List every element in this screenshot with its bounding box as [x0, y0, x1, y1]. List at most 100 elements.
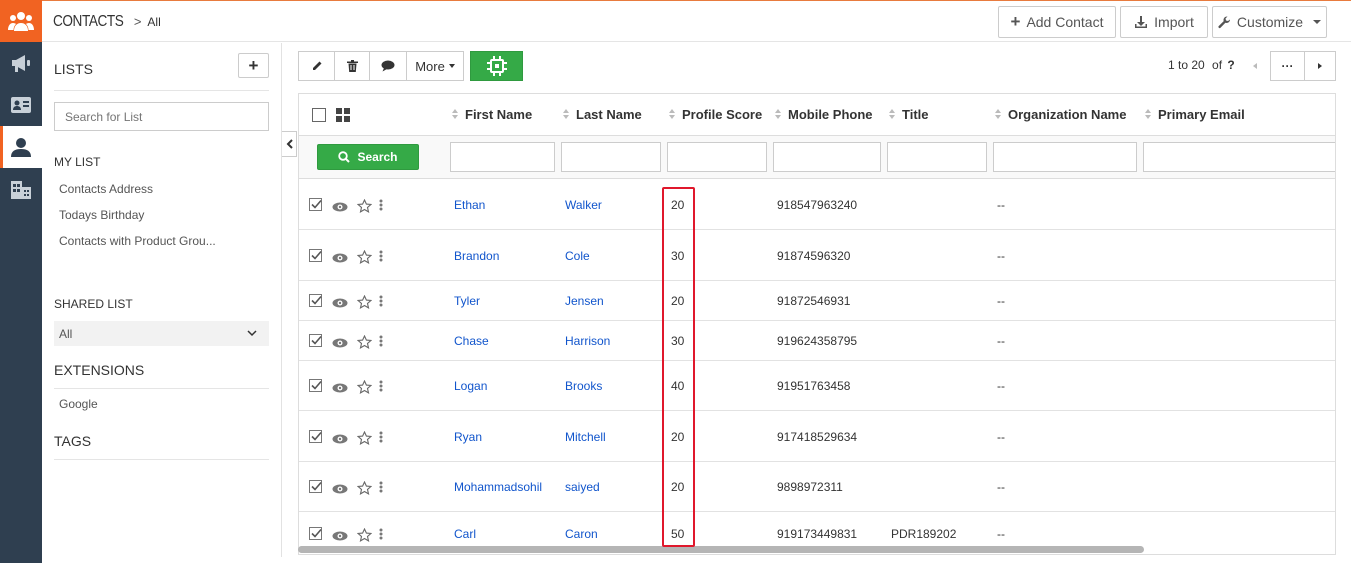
eye-icon[interactable]: [332, 483, 348, 495]
star-icon[interactable]: [357, 199, 372, 214]
filter-profile-score-input[interactable]: [667, 142, 767, 172]
search-button[interactable]: Search: [317, 144, 419, 170]
cell-last-name[interactable]: saiyed: [565, 480, 600, 494]
cell-first-name[interactable]: Ethan: [454, 198, 485, 212]
eye-icon[interactable]: [332, 297, 348, 309]
table-row[interactable]: Brandon Cole 30 91874596320 --: [299, 230, 1335, 281]
more-vertical-icon[interactable]: [379, 250, 383, 262]
star-icon[interactable]: [357, 295, 372, 310]
more-vertical-icon[interactable]: [379, 431, 383, 443]
cell-first-name[interactable]: Ryan: [454, 430, 482, 444]
filter-mobile-phone-input[interactable]: [773, 142, 881, 172]
cell-first-name[interactable]: Tyler: [454, 294, 480, 308]
checkbox-checked-icon[interactable]: [309, 479, 323, 494]
add-contact-button[interactable]: + Add Contact: [998, 6, 1116, 38]
eye-icon[interactable]: [332, 337, 348, 349]
edit-button[interactable]: [298, 51, 335, 81]
list-item-contacts-address[interactable]: Contacts Address: [59, 182, 153, 196]
collapse-sidebar-toggle[interactable]: [282, 131, 297, 157]
star-icon[interactable]: [357, 250, 372, 265]
column-label: Organization Name: [1008, 107, 1127, 122]
add-list-button[interactable]: +: [238, 53, 269, 78]
module-title[interactable]: CONTACTS: [53, 13, 124, 31]
filter-title-input[interactable]: [887, 142, 987, 172]
cell-first-name[interactable]: Chase: [454, 334, 489, 348]
checkbox-checked-icon[interactable]: [309, 197, 323, 212]
cell-last-name[interactable]: Caron: [565, 527, 598, 541]
cell-last-name[interactable]: Jensen: [565, 294, 604, 308]
table-row[interactable]: Tyler Jensen 20 91872546931 --: [299, 281, 1335, 321]
eye-icon[interactable]: [332, 433, 348, 445]
more-vertical-icon[interactable]: [379, 199, 383, 211]
contact-card-icon[interactable]: [0, 84, 42, 126]
more-vertical-icon[interactable]: [379, 335, 383, 347]
more-vertical-icon[interactable]: [379, 380, 383, 392]
cell-last-name[interactable]: Mitchell: [565, 430, 606, 444]
grid-view-icon[interactable]: [336, 108, 350, 122]
column-organization-name[interactable]: Organization Name: [995, 107, 1126, 122]
page-jump-button[interactable]: ···: [1270, 51, 1305, 81]
filter-organization-input[interactable]: [993, 142, 1137, 172]
table-row[interactable]: Ethan Walker 20 918547963240 --: [299, 180, 1335, 230]
horizontal-scrollbar[interactable]: [298, 546, 1144, 553]
customize-button[interactable]: Customize: [1212, 6, 1327, 38]
star-icon[interactable]: [357, 335, 372, 350]
comment-button[interactable]: [369, 51, 407, 81]
cell-first-name[interactable]: Mohammadsohil: [454, 480, 542, 494]
eye-icon[interactable]: [332, 530, 348, 542]
table-row[interactable]: Chase Harrison 30 919624358795 --: [299, 321, 1335, 361]
star-icon[interactable]: [357, 481, 372, 496]
app-logo-icon[interactable]: [0, 0, 42, 42]
chip-workflow-button[interactable]: [470, 51, 523, 81]
select-all-checkbox[interactable]: [312, 108, 326, 122]
column-mobile-phone[interactable]: Mobile Phone: [775, 107, 873, 122]
campaigns-megaphone-icon[interactable]: [0, 42, 42, 84]
next-page-button[interactable]: [1304, 51, 1336, 81]
cell-first-name[interactable]: Carl: [454, 527, 476, 541]
cell-last-name[interactable]: Cole: [565, 249, 590, 263]
extension-item-google[interactable]: Google: [59, 397, 98, 411]
cell-last-name[interactable]: Harrison: [565, 334, 610, 348]
prev-page-button[interactable]: [1240, 51, 1270, 81]
checkbox-checked-icon[interactable]: [309, 378, 323, 393]
shared-list-select[interactable]: All: [54, 321, 269, 346]
checkbox-checked-icon[interactable]: [309, 293, 323, 308]
table-row[interactable]: Mohammadsohil saiyed 20 9898972311 --: [299, 462, 1335, 512]
checkbox-checked-icon[interactable]: [309, 429, 323, 444]
contacts-person-icon[interactable]: [0, 126, 42, 168]
star-icon[interactable]: [357, 528, 372, 543]
eye-icon[interactable]: [332, 201, 348, 213]
filter-last-name-input[interactable]: [561, 142, 661, 172]
eye-icon[interactable]: [332, 252, 348, 264]
more-vertical-icon[interactable]: [379, 528, 383, 540]
column-title[interactable]: Title: [889, 107, 929, 122]
more-dropdown-button[interactable]: More: [406, 51, 464, 81]
list-item-product-group[interactable]: Contacts with Product Grou...: [59, 234, 216, 248]
more-vertical-icon[interactable]: [379, 481, 383, 493]
delete-button[interactable]: [334, 51, 370, 81]
filter-primary-email-input[interactable]: [1143, 142, 1335, 172]
cell-first-name[interactable]: Brandon: [454, 249, 499, 263]
list-search-input[interactable]: [54, 102, 269, 131]
page-total[interactable]: ?: [1227, 58, 1234, 72]
list-item-todays-birthday[interactable]: Todays Birthday: [59, 208, 144, 222]
column-profile-score[interactable]: Profile Score: [669, 107, 762, 122]
checkbox-checked-icon[interactable]: [309, 248, 323, 263]
cell-last-name[interactable]: Walker: [565, 198, 602, 212]
table-row[interactable]: Ryan Mitchell 20 917418529634 --: [299, 411, 1335, 462]
more-vertical-icon[interactable]: [379, 295, 383, 307]
filter-first-name-input[interactable]: [450, 142, 555, 172]
column-first-name[interactable]: First Name: [452, 107, 532, 122]
import-button[interactable]: Import: [1120, 6, 1208, 38]
column-last-name[interactable]: Last Name: [563, 107, 642, 122]
star-icon[interactable]: [357, 431, 372, 446]
table-row[interactable]: Logan Brooks 40 91951763458 --: [299, 361, 1335, 411]
cell-first-name[interactable]: Logan: [454, 379, 487, 393]
column-primary-email[interactable]: Primary Email: [1145, 107, 1245, 122]
checkbox-checked-icon[interactable]: [309, 333, 323, 348]
organization-building-icon[interactable]: [0, 168, 42, 210]
eye-icon[interactable]: [332, 382, 348, 394]
checkbox-checked-icon[interactable]: [309, 526, 323, 541]
cell-last-name[interactable]: Brooks: [565, 379, 602, 393]
star-icon[interactable]: [357, 380, 372, 395]
